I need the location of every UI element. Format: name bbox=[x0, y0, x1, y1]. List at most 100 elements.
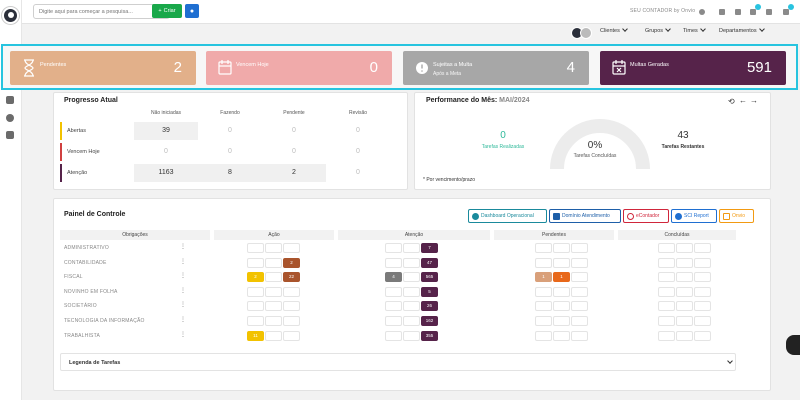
progress-cell[interactable]: 0 bbox=[262, 122, 326, 140]
task-count-pill[interactable] bbox=[403, 316, 420, 326]
task-count-pill[interactable] bbox=[283, 316, 300, 326]
task-count-pill[interactable] bbox=[385, 301, 402, 312]
task-count-pill[interactable] bbox=[247, 301, 264, 312]
task-count-pill[interactable] bbox=[265, 272, 282, 283]
task-count-pill[interactable] bbox=[403, 257, 420, 268]
task-count-pill[interactable] bbox=[658, 301, 675, 312]
task-count-pill[interactable]: 4 bbox=[385, 272, 402, 283]
more-options-icon[interactable]: ⋮ bbox=[180, 301, 186, 308]
task-count-pill[interactable] bbox=[553, 301, 570, 312]
task-count-pill[interactable] bbox=[283, 243, 300, 253]
task-count-pill[interactable]: 355 bbox=[421, 330, 438, 341]
obligation-label[interactable]: NOVINHO EM FOLHA bbox=[64, 289, 117, 295]
create-button[interactable]: + Criar bbox=[152, 4, 182, 18]
task-count-pill[interactable] bbox=[283, 301, 300, 312]
filter-grupos[interactable]: Grupos bbox=[645, 26, 671, 34]
task-count-pill[interactable] bbox=[265, 330, 282, 341]
task-count-pill[interactable] bbox=[265, 243, 282, 253]
task-count-pill[interactable] bbox=[283, 330, 300, 341]
task-count-pill[interactable]: 1 bbox=[535, 272, 552, 283]
task-count-pill[interactable] bbox=[535, 257, 552, 268]
task-count-pill[interactable]: 2 bbox=[283, 257, 300, 268]
sci-report-button[interactable]: SCI Report bbox=[671, 209, 717, 223]
task-legend[interactable]: Legenda de Tarefas bbox=[60, 353, 736, 371]
task-count-pill[interactable] bbox=[247, 286, 264, 297]
obligation-label[interactable]: FISCAL bbox=[64, 274, 83, 280]
task-count-pill[interactable]: 47 bbox=[421, 257, 438, 268]
building-icon[interactable] bbox=[750, 9, 756, 15]
task-count-pill[interactable] bbox=[658, 272, 675, 283]
filter-clientes[interactable]: Clientes bbox=[600, 26, 628, 34]
bulb-icon[interactable] bbox=[699, 9, 705, 15]
task-count-pill[interactable]: 26 bbox=[421, 301, 438, 312]
onvio-button[interactable]: Onvio bbox=[719, 209, 754, 223]
more-options-icon[interactable]: ⋮ bbox=[180, 331, 186, 338]
task-count-pill[interactable] bbox=[694, 286, 711, 297]
task-count-pill[interactable] bbox=[676, 301, 693, 312]
task-count-pill[interactable] bbox=[385, 316, 402, 326]
task-count-pill[interactable] bbox=[403, 286, 420, 297]
task-count-pill[interactable] bbox=[571, 286, 588, 297]
progress-cell[interactable]: 0 bbox=[326, 164, 390, 182]
task-count-pill[interactable] bbox=[658, 286, 675, 297]
task-count-pill[interactable] bbox=[403, 301, 420, 312]
task-count-pill[interactable] bbox=[676, 286, 693, 297]
task-count-pill[interactable]: 162 bbox=[421, 316, 438, 326]
more-options-icon[interactable]: ⋮ bbox=[180, 258, 186, 265]
drop-icon[interactable]: ● bbox=[185, 4, 199, 18]
refresh-icon[interactable]: ⟲ bbox=[728, 97, 735, 106]
task-count-pill[interactable] bbox=[535, 301, 552, 312]
task-count-pill[interactable] bbox=[247, 243, 264, 253]
task-count-pill[interactable] bbox=[283, 286, 300, 297]
dominio-atendimento-button[interactable]: Domínio Atendimento bbox=[549, 209, 621, 223]
more-options-icon[interactable]: ⋮ bbox=[180, 316, 186, 323]
task-count-pill[interactable] bbox=[658, 316, 675, 326]
task-count-pill[interactable] bbox=[385, 286, 402, 297]
upload-icon[interactable] bbox=[719, 9, 725, 15]
task-count-pill[interactable] bbox=[571, 243, 588, 253]
arrow-left-icon[interactable]: ← bbox=[739, 96, 747, 105]
task-count-pill[interactable] bbox=[676, 257, 693, 268]
task-count-pill[interactable] bbox=[535, 316, 552, 326]
card-multas-geradas[interactable]: Multas Geradas 591 bbox=[600, 51, 786, 85]
task-count-pill[interactable]: 1 bbox=[553, 272, 570, 283]
task-count-pill[interactable] bbox=[265, 257, 282, 268]
task-count-pill[interactable] bbox=[694, 243, 711, 253]
task-count-pill[interactable] bbox=[385, 330, 402, 341]
progress-cell[interactable]: 39 bbox=[134, 122, 198, 140]
task-count-pill[interactable] bbox=[535, 330, 552, 341]
progress-cell[interactable]: 0 bbox=[134, 143, 198, 161]
task-count-pill[interactable]: 5 bbox=[421, 286, 438, 297]
help-tab[interactable] bbox=[786, 335, 800, 355]
obligation-label[interactable]: TRABALHISTA bbox=[64, 333, 100, 339]
task-count-pill[interactable]: 11 bbox=[247, 330, 264, 341]
filter-times[interactable]: Times bbox=[683, 26, 706, 34]
more-options-icon[interactable]: ⋮ bbox=[180, 272, 186, 279]
task-count-pill[interactable]: 7 bbox=[421, 243, 438, 253]
obligation-label[interactable]: SOCIETÁRIO bbox=[64, 303, 97, 309]
more-options-icon[interactable]: ⋮ bbox=[180, 287, 186, 294]
task-count-pill[interactable] bbox=[247, 257, 264, 268]
task-count-pill[interactable] bbox=[385, 257, 402, 268]
task-count-pill[interactable] bbox=[553, 257, 570, 268]
task-count-pill[interactable] bbox=[571, 330, 588, 341]
obligation-label[interactable]: TECNOLOGIA DA INFORMAÇÃO bbox=[64, 318, 145, 324]
task-count-pill[interactable] bbox=[385, 243, 402, 253]
user-avatar[interactable] bbox=[2, 7, 19, 24]
task-count-pill[interactable] bbox=[553, 330, 570, 341]
task-count-pill[interactable] bbox=[535, 243, 552, 253]
task-count-pill[interactable] bbox=[247, 316, 264, 326]
task-count-pill[interactable] bbox=[553, 243, 570, 253]
task-count-pill[interactable] bbox=[676, 330, 693, 341]
card-vencem-hoje[interactable]: Vencem Hoje 0 bbox=[206, 51, 392, 85]
task-count-pill[interactable] bbox=[265, 301, 282, 312]
task-count-pill[interactable] bbox=[571, 301, 588, 312]
task-count-pill[interactable] bbox=[571, 257, 588, 268]
task-count-pill[interactable]: 22 bbox=[283, 272, 300, 283]
monitor-icon[interactable] bbox=[766, 9, 772, 15]
task-count-pill[interactable] bbox=[658, 330, 675, 341]
filter-departamentos[interactable]: Departamentos bbox=[719, 26, 765, 34]
user-avatars[interactable] bbox=[571, 27, 593, 39]
task-count-pill[interactable] bbox=[658, 243, 675, 253]
progress-cell[interactable]: 0 bbox=[326, 122, 390, 140]
